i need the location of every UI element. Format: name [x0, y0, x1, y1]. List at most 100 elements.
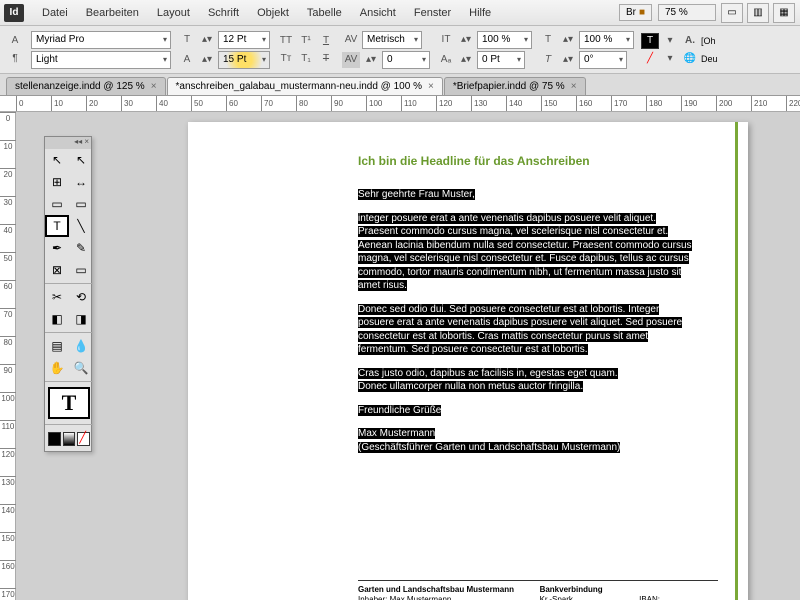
menu-objekt[interactable]: Objekt: [249, 3, 297, 23]
pen-tool[interactable]: ✒: [45, 237, 69, 259]
page: Ich bin die Headline für das Anschreiben…: [188, 122, 748, 600]
menu-hilfe[interactable]: Hilfe: [461, 3, 499, 23]
tools-panel[interactable]: ◂◂ × ↖ ↖ ⊞ ↔ ▭ ▭ T ╲ ✒ ✎ ⊠ ▭ ✂ ⟲ ◧ ◨ ▤: [44, 136, 92, 452]
page-tool[interactable]: ⊞: [45, 171, 69, 193]
skew-icon: T: [539, 52, 557, 68]
view-mode-icon[interactable]: ▭: [721, 3, 743, 23]
baseline-icon: Aₐ: [437, 52, 455, 68]
tab-anschreiben[interactable]: *anschreiben_galabau_mustermann-neu.indd…: [167, 77, 443, 95]
stepper-icon[interactable]: ▴▾: [198, 32, 216, 48]
kerning-dropdown[interactable]: Metrisch: [362, 31, 422, 49]
selected-text: Sehr geehrte Frau Muster,: [358, 189, 475, 200]
menu-bearbeiten[interactable]: Bearbeiten: [78, 3, 147, 23]
hand-tool[interactable]: ✋: [45, 357, 69, 379]
control-panel: A ¶ Myriad Pro Light T▴▾12 Pt A▴▾15 Pt T…: [0, 26, 800, 74]
menu-ansicht[interactable]: Ansicht: [352, 3, 404, 23]
fill-icon[interactable]: T: [641, 33, 659, 49]
menu-bar: Id Datei Bearbeiten Layout Schrift Objek…: [0, 0, 800, 26]
font-style-dropdown[interactable]: Light: [31, 51, 171, 69]
vscale-icon: IT: [437, 32, 455, 48]
vertical-ruler[interactable]: 0102030405060708090100110120130140150160…: [0, 112, 16, 600]
menu-schrift[interactable]: Schrift: [200, 3, 247, 23]
apply-none-icon[interactable]: ╱: [77, 432, 90, 446]
menu-datei[interactable]: Datei: [34, 3, 76, 23]
para-format-icon[interactable]: ¶: [6, 51, 24, 67]
note-tool[interactable]: ▤: [45, 335, 69, 357]
font-family-dropdown[interactable]: Myriad Pro: [31, 31, 171, 49]
eyedropper-tool[interactable]: 💧: [69, 335, 93, 357]
allcaps-icon[interactable]: TT: [277, 33, 295, 49]
zoom-tool[interactable]: 🔍: [69, 357, 93, 379]
tracking-dropdown[interactable]: 0: [382, 51, 430, 69]
leading-icon: A: [178, 52, 196, 68]
gradient-swatch-tool[interactable]: ◧: [45, 308, 69, 330]
content-collector-tool[interactable]: ▭: [45, 193, 69, 215]
stepper-icon[interactable]: ▴▾: [362, 52, 380, 68]
stepper-icon[interactable]: ▴▾: [457, 52, 475, 68]
menu-fenster[interactable]: Fenster: [406, 3, 459, 23]
hscale-icon: T: [539, 32, 557, 48]
vscale-dropdown[interactable]: 100 %: [477, 31, 532, 49]
menu-layout[interactable]: Layout: [149, 3, 198, 23]
baseline-dropdown[interactable]: 0 Pt: [477, 51, 525, 69]
rectangle-tool[interactable]: ▭: [69, 259, 93, 281]
selected-text: Donec ullamcorper nulla non metus auctor…: [358, 381, 583, 392]
stroke-icon[interactable]: ╱: [641, 51, 659, 67]
tab-briefpapier[interactable]: *Briefpapier.indd @ 75 %×: [444, 77, 586, 95]
screen-mode-icon[interactable]: ▥: [747, 3, 769, 23]
close-icon[interactable]: ×: [151, 81, 157, 92]
document-canvas[interactable]: Ich bin die Headline für das Anschreiben…: [16, 112, 800, 600]
text-frame[interactable]: Ich bin die Headline für das Anschreiben…: [358, 154, 698, 454]
tab-stellenanzeige[interactable]: stellenanzeige.indd @ 125 %×: [6, 77, 166, 95]
gradient-feather-tool[interactable]: ◨: [69, 308, 93, 330]
selected-text: Max Mustermann: [358, 428, 435, 439]
close-icon[interactable]: ×: [571, 81, 577, 92]
menu-tabelle[interactable]: Tabelle: [299, 3, 350, 23]
fill-stroke-indicator[interactable]: T: [48, 387, 90, 419]
pencil-tool[interactable]: ✎: [69, 237, 93, 259]
selected-text: integer posuere erat a ante venenatis da…: [358, 213, 692, 292]
leading-dropdown[interactable]: 15 Pt: [218, 51, 270, 69]
zoom-level-dropdown[interactable]: 75 %: [658, 4, 716, 21]
strike-icon[interactable]: T: [317, 51, 335, 67]
stepper-icon[interactable]: ▴▾: [559, 32, 577, 48]
type-tool[interactable]: T: [45, 215, 69, 237]
stepper-icon[interactable]: ▴▾: [457, 32, 475, 48]
char-format-icon[interactable]: A: [6, 33, 24, 49]
superscript-icon[interactable]: T¹: [297, 33, 315, 49]
page-footer: Garten und Landschaftsbau Mustermann Inh…: [358, 580, 718, 600]
skew-dropdown[interactable]: 0°: [579, 51, 627, 69]
underline-icon[interactable]: T: [317, 33, 335, 49]
scissors-tool[interactable]: ✂: [45, 286, 69, 308]
apply-color-icon[interactable]: [48, 432, 61, 446]
selection-tool[interactable]: ↖: [45, 149, 69, 171]
direct-selection-tool[interactable]: ↖: [69, 149, 93, 171]
char-style-icon[interactable]: A.: [681, 33, 699, 49]
arrange-icon[interactable]: ▦: [773, 3, 795, 23]
green-accent-line: [735, 122, 738, 600]
tracking-icon: AV: [342, 52, 360, 68]
line-tool[interactable]: ╲: [69, 215, 93, 237]
content-placer-tool[interactable]: ▭: [69, 193, 93, 215]
document-tabs: stellenanzeige.indd @ 125 %× *anschreibe…: [0, 74, 800, 96]
selected-text: (Geschäftsführer Garten und Landschaftsb…: [358, 442, 620, 453]
app-icon: Id: [4, 4, 24, 22]
free-transform-tool[interactable]: ⟲: [69, 286, 93, 308]
lang-icon: 🌐: [681, 51, 699, 67]
bridge-button[interactable]: Br■: [619, 4, 652, 21]
selected-text: Cras justo odio, dapibus ac facilisis in…: [358, 368, 618, 379]
hscale-dropdown[interactable]: 100 %: [579, 31, 634, 49]
subscript-icon[interactable]: T₁: [297, 51, 315, 67]
apply-gradient-icon[interactable]: [63, 432, 76, 446]
stepper-icon[interactable]: ▴▾: [559, 52, 577, 68]
close-icon[interactable]: ×: [428, 81, 434, 92]
horizontal-ruler[interactable]: 0102030405060708090100110120130140150160…: [0, 96, 800, 112]
font-size-dropdown[interactable]: 12 Pt: [218, 31, 270, 49]
rectangle-frame-tool[interactable]: ⊠: [45, 259, 69, 281]
stepper-icon[interactable]: ▴▾: [198, 52, 216, 68]
panel-collapse-icon[interactable]: ◂◂ ×: [45, 137, 91, 149]
selected-text: Freundliche Grüße: [358, 405, 441, 416]
selected-text: Donec sed odio dui. Sed posuere consecte…: [358, 304, 682, 356]
gap-tool[interactable]: ↔: [69, 171, 93, 193]
smallcaps-icon[interactable]: Tᴛ: [277, 51, 295, 67]
